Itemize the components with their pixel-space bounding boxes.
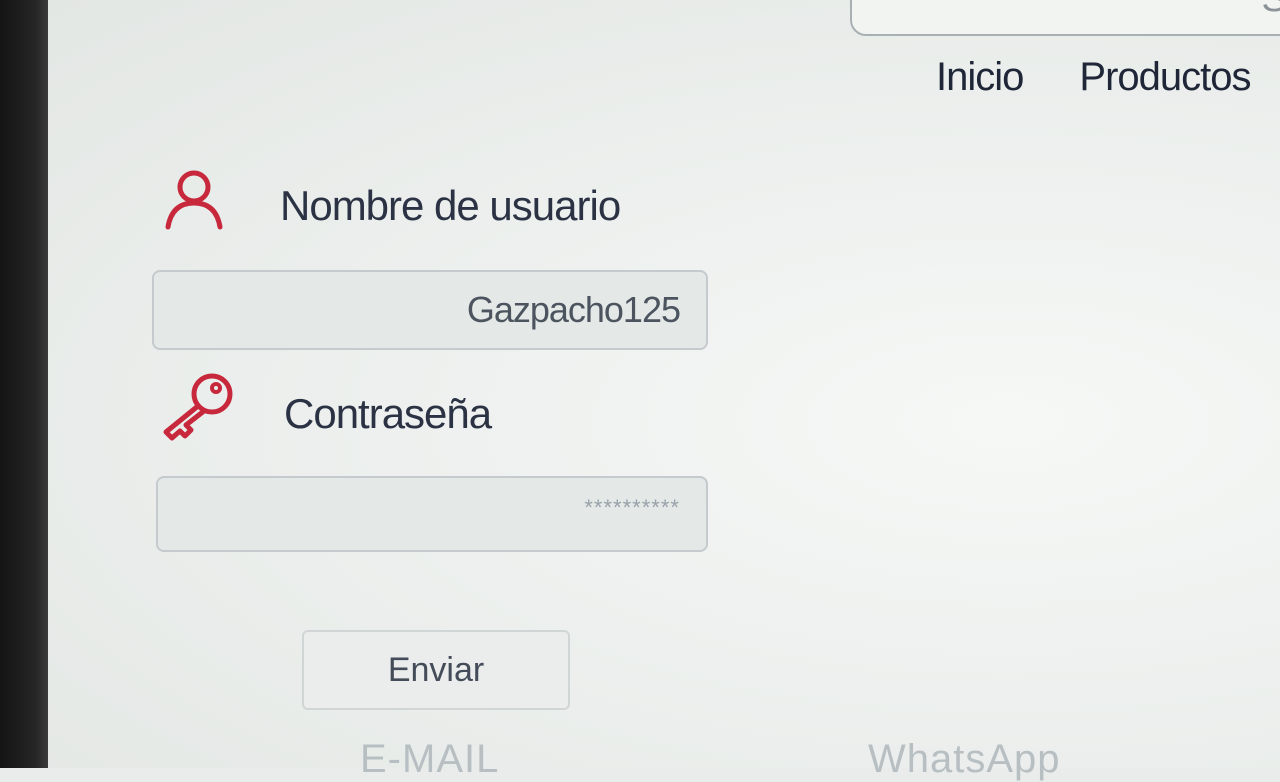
monitor-bezel xyxy=(0,0,48,768)
password-label: Contraseña xyxy=(284,390,492,437)
username-label: Nombre de usuario xyxy=(280,182,621,229)
nav-inicio[interactable]: Inicio xyxy=(936,54,1024,100)
search-partial-text: Se xyxy=(1262,0,1280,16)
password-input[interactable] xyxy=(156,476,708,552)
username-input[interactable] xyxy=(152,270,708,350)
footer-whatsapp-link[interactable]: WhatsApp xyxy=(868,736,1061,782)
key-icon xyxy=(163,373,233,441)
user-icon xyxy=(165,170,223,230)
nav-productos[interactable]: Productos xyxy=(1079,54,1251,100)
footer-email-link[interactable]: E-MAIL xyxy=(360,736,499,782)
submit-button[interactable]: Enviar xyxy=(302,630,570,710)
search-box[interactable]: Se xyxy=(850,0,1280,36)
top-nav: Inicio Productos xyxy=(936,54,1252,100)
